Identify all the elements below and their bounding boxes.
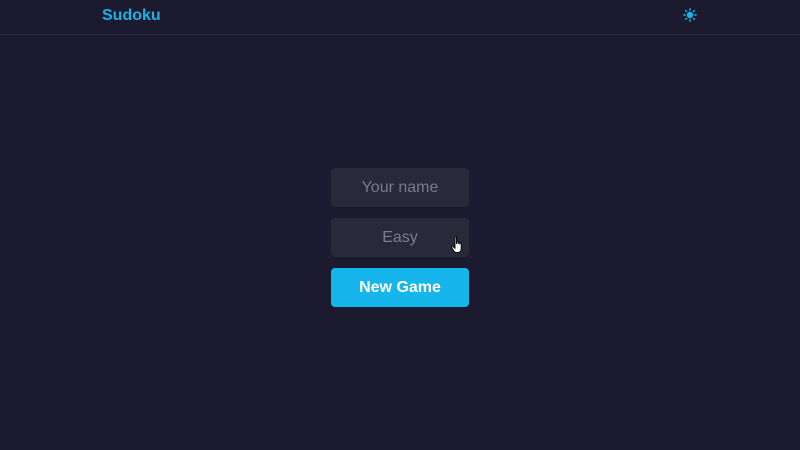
app-title[interactable]: Sudoku xyxy=(102,7,161,25)
name-input[interactable] xyxy=(331,168,469,207)
theme-toggle-button[interactable] xyxy=(682,7,698,23)
top-bar: Sudoku xyxy=(0,0,800,35)
difficulty-select[interactable]: Easy xyxy=(331,218,469,257)
difficulty-value: Easy xyxy=(382,228,418,246)
sun-icon xyxy=(683,8,697,22)
new-game-button[interactable]: New Game xyxy=(331,268,469,307)
hand-cursor-icon xyxy=(451,236,462,254)
new-game-form: Easy New Game xyxy=(331,168,469,307)
